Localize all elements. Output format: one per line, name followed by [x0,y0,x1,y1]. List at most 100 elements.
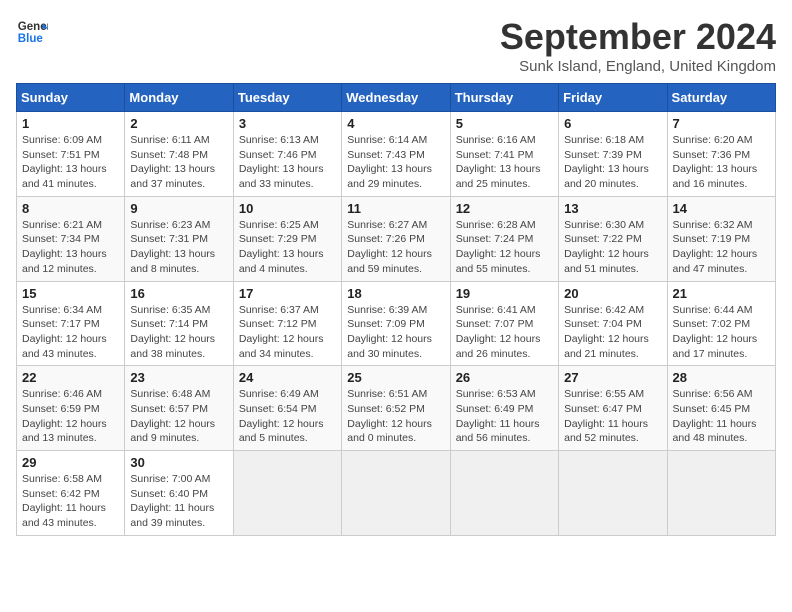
calendar-cell [450,451,558,536]
day-info: Sunrise: 6:41 AM Sunset: 7:07 PM Dayligh… [456,303,553,362]
page-header: General Blue September 2024 Sunk Island,… [16,16,776,75]
calendar-cell: 14 Sunrise: 6:32 AM Sunset: 7:19 PM Dayli… [667,196,775,281]
calendar-cell: 29Sunrise: 6:58 AM Sunset: 6:42 PM Dayli… [17,451,125,536]
weekday-header-sunday: Sunday [17,84,125,112]
day-info: Sunrise: 6:21 AM Sunset: 7:34 PM Dayligh… [22,218,119,277]
calendar-cell: 28 Sunrise: 6:56 AM Sunset: 6:45 PM Dayli… [667,366,775,451]
day-number: 3 [239,116,336,131]
weekday-header-thursday: Thursday [450,84,558,112]
location-subtitle: Sunk Island, England, United Kingdom [500,58,776,75]
day-number: 14 [673,201,770,216]
day-number: 16 [130,286,227,301]
day-number: 15 [22,286,119,301]
day-info: Sunrise: 6:56 AM Sunset: 6:45 PM Dayligh… [673,387,770,446]
calendar-cell [667,451,775,536]
day-number: 21 [673,286,770,301]
weekday-header-row: SundayMondayTuesdayWednesdayThursdayFrid… [17,84,776,112]
day-number: 24 [239,370,336,385]
calendar-cell: 4 Sunrise: 6:14 AM Sunset: 7:43 PM Daylig… [342,112,450,197]
day-info: Sunrise: 6:34 AM Sunset: 7:17 PM Dayligh… [22,303,119,362]
day-info: Sunrise: 6:16 AM Sunset: 7:41 PM Dayligh… [456,133,553,192]
day-info: Sunrise: 6:35 AM Sunset: 7:14 PM Dayligh… [130,303,227,362]
day-number: 11 [347,201,444,216]
day-number: 8 [22,201,119,216]
day-info: Sunrise: 6:44 AM Sunset: 7:02 PM Dayligh… [673,303,770,362]
calendar-cell [559,451,667,536]
calendar-cell: 10Sunrise: 6:25 AM Sunset: 7:29 PM Dayli… [233,196,341,281]
calendar-cell: 23Sunrise: 6:48 AM Sunset: 6:57 PM Dayli… [125,366,233,451]
calendar-cell: 6Sunrise: 6:18 AM Sunset: 7:39 PM Daylig… [559,112,667,197]
weekday-header-tuesday: Tuesday [233,84,341,112]
calendar-cell: 25 Sunrise: 6:51 AM Sunset: 6:52 PM Dayli… [342,366,450,451]
day-number: 13 [564,201,661,216]
day-number: 2 [130,116,227,131]
day-number: 26 [456,370,553,385]
calendar-cell: 18 Sunrise: 6:39 AM Sunset: 7:09 PM Dayli… [342,281,450,366]
day-info: Sunrise: 6:58 AM Sunset: 6:42 PM Dayligh… [22,472,119,531]
calendar-cell: 13 Sunrise: 6:30 AM Sunset: 7:22 PM Dayli… [559,196,667,281]
day-info: Sunrise: 6:25 AM Sunset: 7:29 PM Dayligh… [239,218,336,277]
calendar-cell: 24 Sunrise: 6:49 AM Sunset: 6:54 PM Dayli… [233,366,341,451]
logo: General Blue [16,16,48,48]
day-number: 20 [564,286,661,301]
calendar-body: 1 Sunrise: 6:09 AM Sunset: 7:51 PM Daylig… [17,112,776,536]
day-info: Sunrise: 6:30 AM Sunset: 7:22 PM Dayligh… [564,218,661,277]
day-info: Sunrise: 6:42 AM Sunset: 7:04 PM Dayligh… [564,303,661,362]
calendar-cell: 12Sunrise: 6:28 AM Sunset: 7:24 PM Dayli… [450,196,558,281]
day-info: Sunrise: 6:53 AM Sunset: 6:49 PM Dayligh… [456,387,553,446]
calendar-cell: 1 Sunrise: 6:09 AM Sunset: 7:51 PM Daylig… [17,112,125,197]
calendar-cell: 19Sunrise: 6:41 AM Sunset: 7:07 PM Dayli… [450,281,558,366]
calendar-cell: 7Sunrise: 6:20 AM Sunset: 7:36 PM Daylig… [667,112,775,197]
day-number: 1 [22,116,119,131]
day-info: Sunrise: 7:00 AM Sunset: 6:40 PM Dayligh… [130,472,227,531]
calendar-cell: 2 Sunrise: 6:11 AM Sunset: 7:48 PM Daylig… [125,112,233,197]
day-number: 5 [456,116,553,131]
calendar-cell: 17Sunrise: 6:37 AM Sunset: 7:12 PM Dayli… [233,281,341,366]
title-block: September 2024 Sunk Island, England, Uni… [500,16,776,75]
calendar-table: SundayMondayTuesdayWednesdayThursdayFrid… [16,83,776,536]
day-info: Sunrise: 6:20 AM Sunset: 7:36 PM Dayligh… [673,133,770,192]
calendar-cell: 9Sunrise: 6:23 AM Sunset: 7:31 PM Daylig… [125,196,233,281]
calendar-week-2: 8 Sunrise: 6:21 AM Sunset: 7:34 PM Daylig… [17,196,776,281]
day-info: Sunrise: 6:13 AM Sunset: 7:46 PM Dayligh… [239,133,336,192]
day-info: Sunrise: 6:11 AM Sunset: 7:48 PM Dayligh… [130,133,227,192]
calendar-cell: 26 Sunrise: 6:53 AM Sunset: 6:49 PM Dayli… [450,366,558,451]
day-info: Sunrise: 6:46 AM Sunset: 6:59 PM Dayligh… [22,387,119,446]
day-info: Sunrise: 6:39 AM Sunset: 7:09 PM Dayligh… [347,303,444,362]
month-title: September 2024 [500,16,776,58]
day-info: Sunrise: 6:27 AM Sunset: 7:26 PM Dayligh… [347,218,444,277]
calendar-cell: 5 Sunrise: 6:16 AM Sunset: 7:41 PM Daylig… [450,112,558,197]
calendar-cell: 15 Sunrise: 6:34 AM Sunset: 7:17 PM Dayli… [17,281,125,366]
logo-icon: General Blue [16,16,48,48]
svg-text:Blue: Blue [18,33,44,45]
day-number: 23 [130,370,227,385]
calendar-cell [233,451,341,536]
calendar-cell: 11 Sunrise: 6:27 AM Sunset: 7:26 PM Dayli… [342,196,450,281]
calendar-cell: 30Sunrise: 7:00 AM Sunset: 6:40 PM Dayli… [125,451,233,536]
calendar-cell: 3 Sunrise: 6:13 AM Sunset: 7:46 PM Daylig… [233,112,341,197]
calendar-cell: 22Sunrise: 6:46 AM Sunset: 6:59 PM Dayli… [17,366,125,451]
day-info: Sunrise: 6:49 AM Sunset: 6:54 PM Dayligh… [239,387,336,446]
weekday-header-monday: Monday [125,84,233,112]
calendar-week-3: 15 Sunrise: 6:34 AM Sunset: 7:17 PM Dayli… [17,281,776,366]
day-number: 27 [564,370,661,385]
day-info: Sunrise: 6:09 AM Sunset: 7:51 PM Dayligh… [22,133,119,192]
calendar-week-1: 1 Sunrise: 6:09 AM Sunset: 7:51 PM Daylig… [17,112,776,197]
day-number: 6 [564,116,661,131]
day-info: Sunrise: 6:55 AM Sunset: 6:47 PM Dayligh… [564,387,661,446]
calendar-cell: 16 Sunrise: 6:35 AM Sunset: 7:14 PM Dayli… [125,281,233,366]
day-number: 28 [673,370,770,385]
calendar-cell [342,451,450,536]
day-number: 17 [239,286,336,301]
day-number: 25 [347,370,444,385]
calendar-week-4: 22Sunrise: 6:46 AM Sunset: 6:59 PM Dayli… [17,366,776,451]
weekday-header-wednesday: Wednesday [342,84,450,112]
day-info: Sunrise: 6:32 AM Sunset: 7:19 PM Dayligh… [673,218,770,277]
day-number: 12 [456,201,553,216]
day-number: 9 [130,201,227,216]
day-number: 4 [347,116,444,131]
day-info: Sunrise: 6:14 AM Sunset: 7:43 PM Dayligh… [347,133,444,192]
day-number: 18 [347,286,444,301]
day-info: Sunrise: 6:51 AM Sunset: 6:52 PM Dayligh… [347,387,444,446]
calendar-cell: 20 Sunrise: 6:42 AM Sunset: 7:04 PM Dayli… [559,281,667,366]
